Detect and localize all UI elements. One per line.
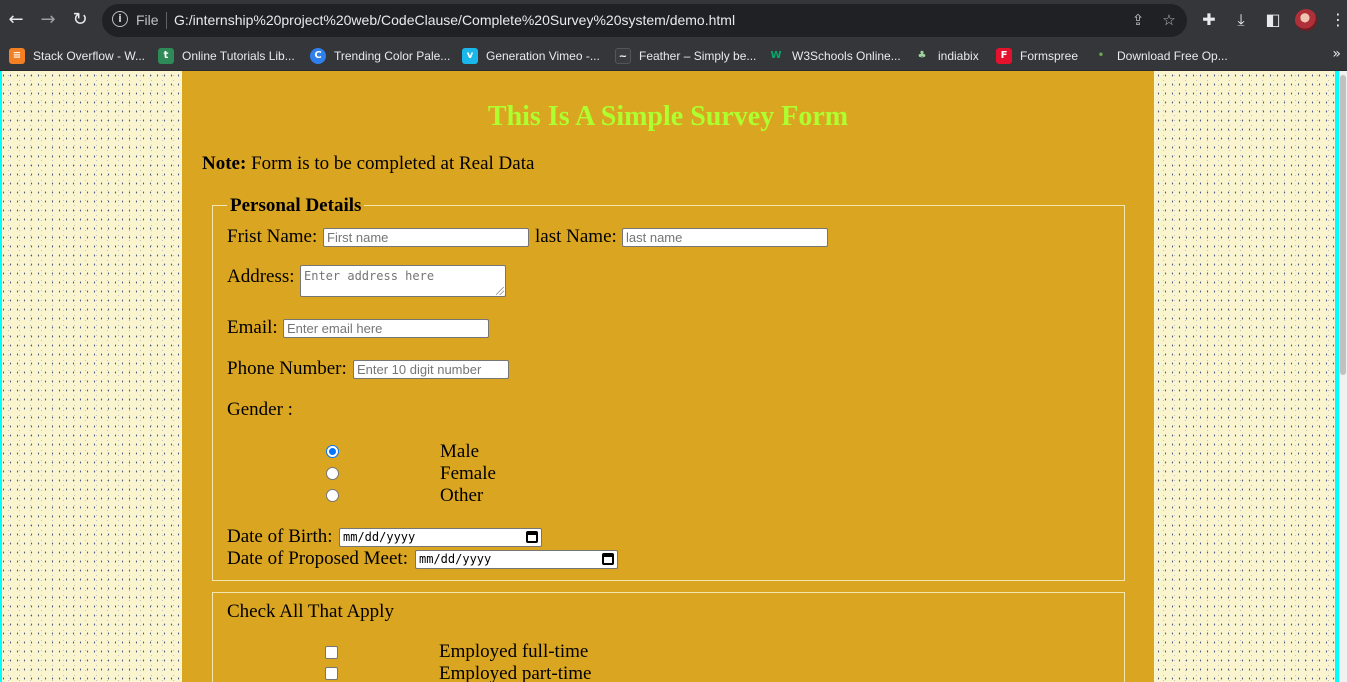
avatar[interactable]	[1295, 9, 1317, 31]
color-palette-icon: C	[310, 47, 326, 64]
bookmark-label: Stack Overflow - W...	[33, 48, 146, 63]
bookmark-label: Formspree	[1020, 48, 1079, 63]
feather-icon: ~	[615, 47, 631, 64]
last-name-label: last Name:	[535, 226, 617, 247]
resize-grip-icon[interactable]	[496, 287, 504, 295]
first-name-input[interactable]: First name	[323, 228, 529, 247]
info-icon[interactable]: i	[112, 11, 128, 27]
personal-details-fieldset: Personal Details Frist Name: First name …	[212, 195, 1125, 581]
last-name-input[interactable]: last name	[622, 228, 828, 247]
meet-label: Date of Proposed Meet:	[227, 548, 408, 569]
check-all-fieldset: Check All That Apply Employed full-time …	[212, 592, 1125, 682]
bookmark-label: Generation Vimeo -...	[486, 48, 600, 63]
w3schools-icon: W	[770, 49, 782, 61]
tutorials-icon: t	[158, 47, 174, 64]
address-bar[interactable]: i File G:/internship%20project%20web/Cod…	[102, 4, 1187, 37]
gender-label-female: Female	[440, 463, 496, 484]
note-label: Note:	[202, 153, 247, 174]
extensions-icon[interactable]: ✚	[1198, 9, 1220, 31]
bookmark-trending-color[interactable]: C Trending Color Pale...	[310, 40, 450, 71]
check-all-heading: Check All That Apply	[227, 601, 394, 622]
meet-date-input[interactable]: mm/dd/yyyy	[415, 550, 618, 569]
page-title: This Is A Simple Survey Form	[487, 101, 849, 132]
page-border-left	[0, 71, 2, 682]
bookmark-label: Trending Color Pale...	[334, 48, 451, 63]
menu-icon[interactable]: ⋮	[1327, 9, 1347, 31]
share-icon[interactable]: ⇪	[1128, 10, 1148, 30]
bookmark-feather[interactable]: ~ Feather – Simply be...	[615, 40, 756, 71]
gender-radio-female[interactable]	[326, 467, 339, 480]
personal-details-legend: Personal Details	[227, 195, 365, 217]
page-viewport: This Is A Simple Survey Form Note: Form …	[0, 71, 1347, 682]
download-icon: •	[1097, 49, 1105, 61]
bookmark-label: Feather – Simply be...	[639, 48, 757, 63]
bookmarks-bar: ≡ Stack Overflow - W... t Online Tutoria…	[0, 40, 1347, 71]
first-name-label: Frist Name:	[227, 226, 318, 247]
calendar-icon[interactable]	[526, 531, 538, 543]
email-input[interactable]: Enter email here	[283, 319, 489, 338]
meet-value: mm/dd/yyyy	[419, 552, 492, 566]
bookmark-formspree[interactable]: F Formspree	[996, 40, 1078, 71]
note-text: Note: Form is to be completed at Real Da…	[202, 153, 534, 175]
dob-value: mm/dd/yyyy	[343, 530, 416, 544]
formspree-icon: F	[996, 47, 1012, 64]
address-textarea[interactable]: Enter address here	[300, 265, 506, 297]
phone-label: Phone Number:	[227, 358, 347, 379]
checkbox-employed-part-time[interactable]	[325, 667, 338, 680]
bookmark-stack-overflow[interactable]: ≡ Stack Overflow - W...	[9, 40, 145, 71]
bookmark-w3schools[interactable]: W W3Schools Online...	[768, 40, 901, 71]
calendar-icon[interactable]	[602, 553, 614, 565]
survey-form: This Is A Simple Survey Form Note: Form …	[182, 71, 1154, 682]
option-label-full-time: Employed full-time	[439, 641, 589, 662]
file-label: File	[136, 12, 159, 28]
email-label: Email:	[227, 317, 278, 338]
gender-label-other: Other	[440, 485, 484, 506]
checkbox-employed-full-time[interactable]	[325, 646, 338, 659]
option-label-part-time: Employed part-time	[439, 663, 592, 682]
back-arrow-icon[interactable]: ←	[4, 8, 28, 32]
bookmark-download-free[interactable]: • Download Free Op...	[1093, 40, 1228, 71]
bookmark-vimeo[interactable]: v Generation Vimeo -...	[462, 40, 600, 71]
download-icon[interactable]: ⤓	[1230, 9, 1252, 31]
bookmark-label: W3Schools Online...	[792, 48, 901, 63]
bookmark-label: Download Free Op...	[1117, 48, 1228, 63]
vimeo-icon: v	[462, 47, 478, 64]
bookmark-label: indiabix	[938, 48, 979, 63]
gender-radio-male[interactable]	[326, 445, 339, 458]
browser-toolbar: ← → ↻ i File G:/internship%20project%20w…	[0, 0, 1347, 40]
bookmark-label: Online Tutorials Lib...	[182, 48, 295, 63]
forward-arrow-icon[interactable]: →	[36, 8, 60, 32]
note-body: Form is to be completed at Real Data	[246, 153, 535, 174]
omnibox-divider	[166, 12, 167, 29]
dob-label: Date of Birth:	[227, 526, 333, 547]
star-icon[interactable]: ☆	[1159, 10, 1179, 30]
side-panel-icon[interactable]: ◧	[1262, 9, 1284, 31]
gender-radio-other[interactable]	[326, 489, 339, 502]
chevron-right-icon[interactable]: »	[1332, 46, 1341, 62]
scrollbar-thumb[interactable]	[1340, 75, 1346, 375]
gender-label-male: Male	[440, 441, 480, 462]
gender-label: Gender :	[227, 399, 293, 420]
address-placeholder: Enter address here	[304, 269, 435, 283]
url-text[interactable]: G:/internship%20project%20web/CodeClause…	[174, 12, 735, 28]
indiabix-icon: ♣	[917, 49, 927, 61]
address-label: Address:	[227, 266, 295, 287]
reload-icon[interactable]: ↻	[68, 8, 92, 32]
bookmark-online-tutorials[interactable]: t Online Tutorials Lib...	[158, 40, 295, 71]
bookmark-indiabix[interactable]: ♣ indiabix	[914, 40, 979, 71]
dob-date-input[interactable]: mm/dd/yyyy	[339, 528, 542, 547]
stack-overflow-icon: ≡	[9, 47, 25, 64]
phone-input[interactable]: Enter 10 digit number	[353, 360, 509, 379]
page-border-right	[1335, 71, 1339, 682]
